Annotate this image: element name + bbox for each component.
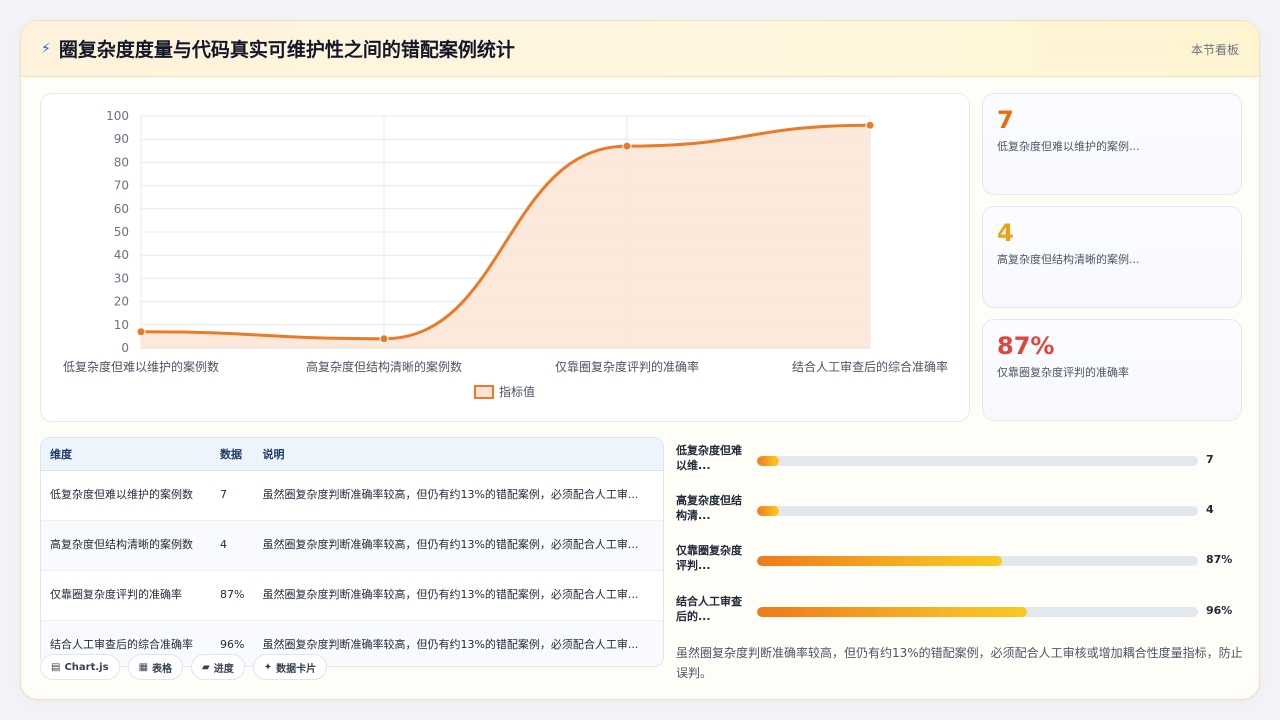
legend-label: 指标值 — [499, 384, 535, 399]
data-table: 维度 数据 说明 低复杂度但难以维护的案例数 7 虽然圈复杂度判断准确率较高，但… — [41, 438, 663, 666]
progress-label: 结合人工审查后的... — [676, 595, 742, 623]
table-cell: 虽然圈复杂度判断准确率较高，但仍有约13%的错配案例，必须配合人工审... — [253, 470, 663, 521]
stat-label: 低复杂度但难以维护的案例... — [997, 140, 1140, 153]
progress-value: 96% — [1206, 604, 1233, 617]
stat-value: 4 — [997, 219, 1014, 247]
line-chart-card: 0 10 20 30 40 50 60 70 80 90 100 低复杂度但难以维护的案例数 高复杂度但… — [40, 93, 970, 422]
view-tabs: ▤ Chart.js ▦ 表格 ▰ 进度 ✦ 数据卡片 — [40, 654, 328, 680]
y-tick-label: 40 — [114, 248, 129, 262]
progress-row: 结合人工审查后的... 96% — [676, 592, 1246, 632]
progress-fill — [757, 556, 1002, 566]
progress-fill — [757, 607, 1027, 617]
table-cell: 4 — [211, 520, 254, 571]
progress-row: 低复杂度但难以维... 7 — [676, 441, 1246, 481]
progress-icon: ▰ — [202, 661, 210, 673]
progress-track — [757, 556, 1198, 566]
tab-data-cards[interactable]: ✦ 数据卡片 — [252, 654, 328, 680]
progress-label: 仅靠圈复杂度评判... — [676, 544, 742, 572]
table-cell: 87% — [211, 570, 254, 621]
stat-label: 仅靠圈复杂度评判的准确率 — [997, 366, 1129, 379]
data-point — [622, 141, 632, 151]
tab-label: 数据卡片 — [276, 663, 317, 675]
stat-card-accuracy: 87% 仅靠圈复杂度评判的准确率 — [982, 319, 1242, 421]
progress-track — [757, 607, 1198, 617]
section-tag: 本节看板 — [1190, 43, 1239, 57]
table-row: 低复杂度但难以维护的案例数 7 虽然圈复杂度判断准确率较高，但仍有约13%的错配… — [41, 470, 663, 521]
tab-chartjs[interactable]: ▤ Chart.js — [40, 654, 120, 680]
tab-table[interactable]: ▦ 表格 — [127, 654, 184, 680]
stat-value: 87% — [997, 332, 1055, 360]
progress-value: 87% — [1206, 553, 1233, 566]
line-chart: 0 10 20 30 40 50 60 70 80 90 100 低复杂度但难以维护的案例数 高复杂度但… — [63, 109, 948, 399]
progress-row: 高复杂度但结构清... 4 — [676, 491, 1246, 531]
y-tick-label: 90 — [114, 132, 129, 146]
tab-label: 进度 — [213, 663, 234, 675]
x-tick-label: 低复杂度但难以维护的案例数 — [63, 359, 219, 374]
chart-icon: ▤ — [51, 661, 61, 673]
progress-row: 仅靠圈复杂度评判... 87% — [676, 541, 1246, 581]
data-point — [136, 327, 146, 337]
table-cell: 低复杂度但难以维护的案例数 — [41, 470, 211, 521]
bolt-icon: ⚡ — [41, 40, 51, 57]
data-point — [379, 334, 389, 344]
progress-value: 4 — [1206, 503, 1214, 516]
column-header-description: 说明 — [253, 438, 663, 471]
progress-value: 7 — [1206, 453, 1214, 466]
y-tick-label: 60 — [114, 202, 129, 216]
x-tick-label: 仅靠圈复杂度评判的准确率 — [555, 359, 699, 374]
table-cell: 仅靠圈复杂度评判的准确率 — [41, 570, 211, 621]
stat-value: 7 — [997, 106, 1014, 134]
table-cell: 虽然圈复杂度判断准确率较高，但仍有约13%的错配案例，必须配合人工审... — [253, 520, 663, 571]
progress-fill — [757, 456, 780, 466]
progress-track — [757, 456, 1198, 466]
table-row: 高复杂度但结构清晰的案例数 4 虽然圈复杂度判断准确率较高，但仍有约13%的错配… — [41, 520, 663, 571]
x-tick-label: 结合人工审查后的综合准确率 — [792, 359, 948, 374]
table-cell: 虽然圈复杂度判断准确率较高，但仍有约13%的错配案例，必须配合人工审... — [253, 570, 663, 621]
legend-swatch — [474, 385, 494, 399]
progress-label: 高复杂度但结构清... — [676, 494, 742, 522]
column-header-data: 数据 — [211, 438, 254, 471]
tab-label: Chart.js — [64, 661, 109, 673]
y-tick-label: 10 — [114, 318, 129, 332]
table-cell: 高复杂度但结构清晰的案例数 — [41, 520, 211, 571]
tab-progress[interactable]: ▰ 进度 — [191, 654, 245, 680]
stat-card-high-complexity: 4 高复杂度但结构清晰的案例... — [982, 206, 1242, 308]
table-cell: 7 — [211, 470, 254, 521]
y-tick-label: 70 — [114, 179, 129, 193]
progress-label: 低复杂度但难以维... — [676, 444, 742, 472]
column-header-dimension: 维度 — [41, 438, 211, 471]
stat-card-low-complexity: 7 低复杂度但难以维护的案例... — [982, 93, 1242, 195]
progress-fill — [757, 506, 780, 516]
page-header: ⚡ 圈复杂度度量与代码真实可维护性之间的错配案例统计 本节看板 — [21, 21, 1259, 77]
page-title: 圈复杂度度量与代码真实可维护性之间的错配案例统计 — [58, 39, 515, 61]
y-tick-label: 0 — [121, 341, 129, 355]
table-row: 仅靠圈复杂度评判的准确率 87% 虽然圈复杂度判断准确率较高，但仍有约13%的错… — [41, 570, 663, 621]
tab-label: 表格 — [152, 663, 173, 675]
y-tick-label: 80 — [114, 155, 129, 169]
y-tick-label: 20 — [114, 295, 129, 309]
y-tick-label: 30 — [114, 271, 129, 285]
series-area — [141, 125, 870, 348]
data-point — [865, 120, 875, 130]
x-tick-label: 高复杂度但结构清晰的案例数 — [306, 359, 462, 374]
table-icon: ▦ — [138, 661, 149, 673]
y-tick-label: 50 — [114, 225, 129, 239]
summary-note: 虽然圈复杂度判断准确率较高，但仍有约13%的错配案例，必须配合人工审核或增加耦合… — [676, 646, 1243, 680]
data-table-card: 维度 数据 说明 低复杂度但难以维护的案例数 7 虽然圈复杂度判断准确率较高，但… — [40, 437, 664, 667]
dashboard-frame: ⚡ 圈复杂度度量与代码真实可维护性之间的错配案例统计 本节看板 0 10 20 30 4… — [20, 20, 1260, 700]
progress-track — [757, 506, 1198, 516]
table-header-row: 维度 数据 说明 — [41, 438, 663, 471]
card-icon: ✦ — [263, 661, 273, 673]
stat-label: 高复杂度但结构清晰的案例... — [997, 253, 1140, 266]
y-tick-label: 100 — [106, 109, 129, 123]
